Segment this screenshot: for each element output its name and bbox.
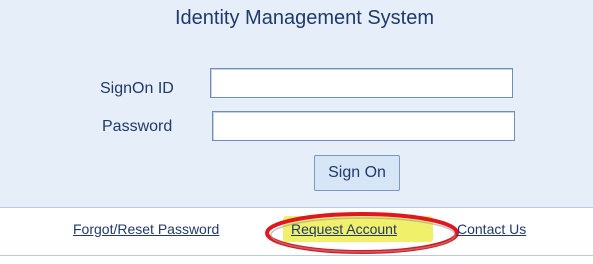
divider-bottom xyxy=(0,255,593,256)
password-input[interactable] xyxy=(212,111,515,141)
sign-on-button[interactable]: Sign On xyxy=(314,155,400,191)
signon-id-input[interactable] xyxy=(210,68,513,98)
contact-us-link[interactable]: Contact Us xyxy=(457,221,526,237)
forgot-reset-password-link[interactable]: Forgot/Reset Password xyxy=(73,221,219,237)
password-label: Password xyxy=(102,118,173,135)
signon-id-label: SignOn ID xyxy=(100,80,174,97)
login-panel: Identity Management System SignOn ID Pas… xyxy=(0,0,593,208)
request-account-link[interactable]: Request Account xyxy=(291,221,397,237)
page-title: Identity Management System xyxy=(175,7,435,29)
divider-top xyxy=(0,207,593,208)
